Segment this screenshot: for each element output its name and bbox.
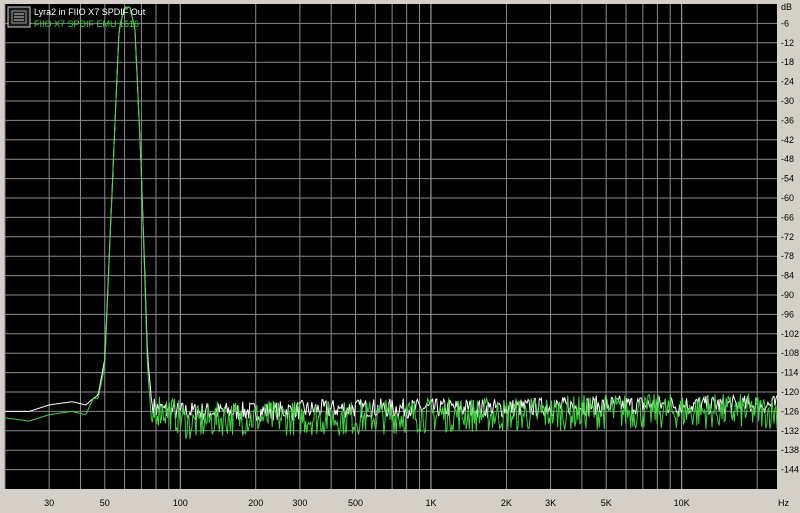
y-tick-label: -72 (781, 232, 794, 242)
spectrum-chart: Lyra2 in FIIO X7 SPDIF Out FIIO X7 SPDIF… (4, 2, 799, 508)
y-tick-label: -108 (781, 348, 799, 358)
y-axis: dB -6 -12 -18 -24 -30 -36 -42 -48 -54 -60 -66 -72 -7… (781, 2, 799, 475)
plot-background (5, 4, 777, 489)
y-tick-label: -90 (781, 290, 794, 300)
y-tick-label: -144 (781, 465, 799, 475)
y-tick-label: -24 (781, 77, 794, 87)
y-tick-label: -126 (781, 406, 799, 416)
x-tick-label: 2K (501, 498, 512, 508)
x-tick-label: 300 (292, 498, 307, 508)
x-tick-label: 5K (601, 498, 612, 508)
x-tick-label: 10K (674, 498, 690, 508)
y-tick-label: -60 (781, 193, 794, 203)
y-tick-label: -6 (781, 18, 789, 28)
x-unit-label: Hz (778, 498, 789, 508)
y-tick-label: -102 (781, 329, 799, 339)
x-tick-label: 50 (100, 498, 110, 508)
y-tick-label: -54 (781, 174, 794, 184)
x-tick-label: 1K (425, 498, 436, 508)
y-tick-label: -48 (781, 154, 794, 164)
y-tick-label: -114 (781, 368, 798, 378)
y-tick-label: -12 (781, 38, 794, 48)
x-tick-label: 30 (44, 498, 54, 508)
x-tick-label: 100 (173, 498, 188, 508)
y-tick-label: -96 (781, 309, 794, 319)
y-tick-label: -138 (781, 445, 799, 455)
legend-entry-lyra2: Lyra2 in FIIO X7 SPDIF Out (34, 7, 146, 17)
y-tick-label: -132 (781, 426, 799, 436)
x-axis: Hz 30 50 100 200 300 500 1K 2K 3K 5K 10K (44, 498, 789, 508)
y-tick-label: -78 (781, 251, 794, 261)
y-tick-label: -120 (781, 387, 799, 397)
x-tick-label: 500 (348, 498, 363, 508)
x-tick-label: 200 (248, 498, 263, 508)
legend-entry-emu1616: FIIO X7 SPDIF EMU 1616 (34, 19, 139, 29)
y-tick-label: -18 (781, 57, 794, 67)
y-tick-label: -36 (781, 115, 794, 125)
y-tick-label: -84 (781, 271, 794, 281)
y-tick-label: -30 (781, 96, 794, 106)
y-tick-label: -66 (781, 212, 794, 222)
y-unit-label: dB (781, 2, 792, 12)
x-tick-label: 3K (545, 498, 556, 508)
y-tick-label: -42 (781, 135, 794, 145)
